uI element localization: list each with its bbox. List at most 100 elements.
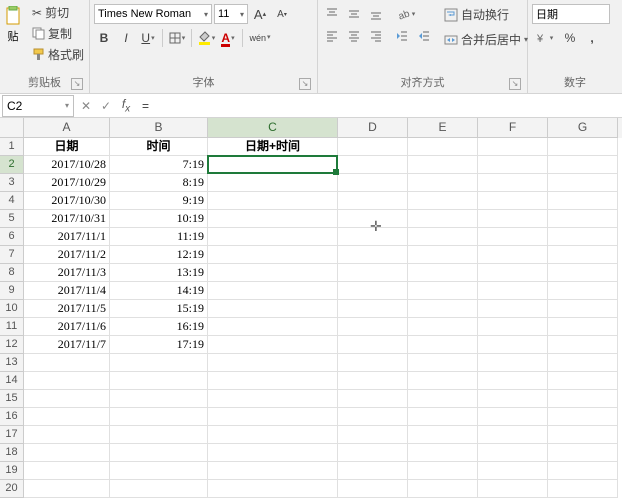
cell-F2[interactable] <box>478 156 548 174</box>
cell-G19[interactable] <box>548 462 618 480</box>
cell-F1[interactable] <box>478 138 548 156</box>
cell-G16[interactable] <box>548 408 618 426</box>
column-header-C[interactable]: C <box>208 118 338 138</box>
cell-B15[interactable] <box>110 390 208 408</box>
cell-D20[interactable] <box>338 480 408 498</box>
cancel-button[interactable]: ✕ <box>76 99 96 113</box>
cell-F6[interactable] <box>478 228 548 246</box>
row-header[interactable]: 2 <box>0 156 24 174</box>
cell-C13[interactable] <box>208 354 338 372</box>
cell-A11[interactable]: 2017/11/6 <box>24 318 110 336</box>
row-header[interactable]: 14 <box>0 372 24 390</box>
cell-F5[interactable] <box>478 210 548 228</box>
font-dialog-launcher[interactable]: ↘ <box>299 78 311 90</box>
column-header-D[interactable]: D <box>338 118 408 138</box>
cell-E19[interactable] <box>408 462 478 480</box>
cell-G3[interactable] <box>548 174 618 192</box>
cell-A10[interactable]: 2017/11/5 <box>24 300 110 318</box>
cell-B11[interactable]: 16:19 <box>110 318 208 336</box>
fill-color-button[interactable] <box>196 28 216 48</box>
align-bottom-button[interactable] <box>366 4 386 24</box>
wrap-text-button[interactable]: 自动换行 <box>440 4 532 25</box>
cell-C17[interactable] <box>208 426 338 444</box>
cell-F4[interactable] <box>478 192 548 210</box>
cell-G2[interactable] <box>548 156 618 174</box>
cell-F9[interactable] <box>478 282 548 300</box>
cell-A15[interactable] <box>24 390 110 408</box>
cell-B10[interactable]: 15:19 <box>110 300 208 318</box>
cell-C11[interactable] <box>208 318 338 336</box>
cell-A9[interactable]: 2017/11/4 <box>24 282 110 300</box>
cell-G17[interactable] <box>548 426 618 444</box>
align-middle-button[interactable] <box>344 4 364 24</box>
row-header[interactable]: 13 <box>0 354 24 372</box>
cell-A13[interactable] <box>24 354 110 372</box>
cell-E6[interactable] <box>408 228 478 246</box>
cell-F17[interactable] <box>478 426 548 444</box>
cell-A12[interactable]: 2017/11/7 <box>24 336 110 354</box>
cell-B12[interactable]: 17:19 <box>110 336 208 354</box>
ruby-button[interactable]: wén <box>247 28 273 48</box>
cell-F13[interactable] <box>478 354 548 372</box>
cell-B13[interactable] <box>110 354 208 372</box>
cell-F16[interactable] <box>478 408 548 426</box>
cell-E11[interactable] <box>408 318 478 336</box>
increase-indent-button[interactable] <box>414 26 434 46</box>
cell-E9[interactable] <box>408 282 478 300</box>
row-header[interactable]: 7 <box>0 246 24 264</box>
cell-A6[interactable]: 2017/11/1 <box>24 228 110 246</box>
cell-B18[interactable] <box>110 444 208 462</box>
cell-A7[interactable]: 2017/11/2 <box>24 246 110 264</box>
cell-D11[interactable] <box>338 318 408 336</box>
cell-F11[interactable] <box>478 318 548 336</box>
cell-A20[interactable] <box>24 480 110 498</box>
cell-C7[interactable] <box>208 246 338 264</box>
row-header[interactable]: 5 <box>0 210 24 228</box>
cell-B9[interactable]: 14:19 <box>110 282 208 300</box>
comma-button[interactable]: , <box>582 28 602 48</box>
cell-G13[interactable] <box>548 354 618 372</box>
cell-C16[interactable] <box>208 408 338 426</box>
column-header-F[interactable]: F <box>478 118 548 138</box>
cell-C18[interactable] <box>208 444 338 462</box>
cell-F3[interactable] <box>478 174 548 192</box>
format-painter-button[interactable]: 格式刷 <box>28 44 88 65</box>
cell-A18[interactable] <box>24 444 110 462</box>
cell-C12[interactable] <box>208 336 338 354</box>
select-all-corner[interactable] <box>0 118 24 138</box>
border-button[interactable] <box>167 28 187 48</box>
confirm-button[interactable]: ✓ <box>96 99 116 113</box>
cell-F8[interactable] <box>478 264 548 282</box>
align-top-button[interactable] <box>322 4 342 24</box>
row-header[interactable]: 18 <box>0 444 24 462</box>
cell-B2[interactable]: 7:19 <box>110 156 208 174</box>
cell-A16[interactable] <box>24 408 110 426</box>
paste-button[interactable]: 贴 <box>4 2 26 44</box>
align-left-button[interactable] <box>322 26 342 46</box>
cell-E4[interactable] <box>408 192 478 210</box>
cell-F10[interactable] <box>478 300 548 318</box>
cell-D19[interactable] <box>338 462 408 480</box>
cell-B6[interactable]: 11:19 <box>110 228 208 246</box>
cell-C8[interactable] <box>208 264 338 282</box>
row-header[interactable]: 3 <box>0 174 24 192</box>
cell-A8[interactable]: 2017/11/3 <box>24 264 110 282</box>
cell-G4[interactable] <box>548 192 618 210</box>
row-header[interactable]: 6 <box>0 228 24 246</box>
cell-E8[interactable] <box>408 264 478 282</box>
cell-B20[interactable] <box>110 480 208 498</box>
cell-D13[interactable] <box>338 354 408 372</box>
cell-A4[interactable]: 2017/10/30 <box>24 192 110 210</box>
cell-G8[interactable] <box>548 264 618 282</box>
cell-F7[interactable] <box>478 246 548 264</box>
currency-button[interactable]: ¥ <box>532 28 558 48</box>
cell-G14[interactable] <box>548 372 618 390</box>
cell-E15[interactable] <box>408 390 478 408</box>
cell-C10[interactable] <box>208 300 338 318</box>
row-header[interactable]: 9 <box>0 282 24 300</box>
cell-A5[interactable]: 2017/10/31 <box>24 210 110 228</box>
cell-B19[interactable] <box>110 462 208 480</box>
cell-G9[interactable] <box>548 282 618 300</box>
cell-F15[interactable] <box>478 390 548 408</box>
align-center-button[interactable] <box>344 26 364 46</box>
